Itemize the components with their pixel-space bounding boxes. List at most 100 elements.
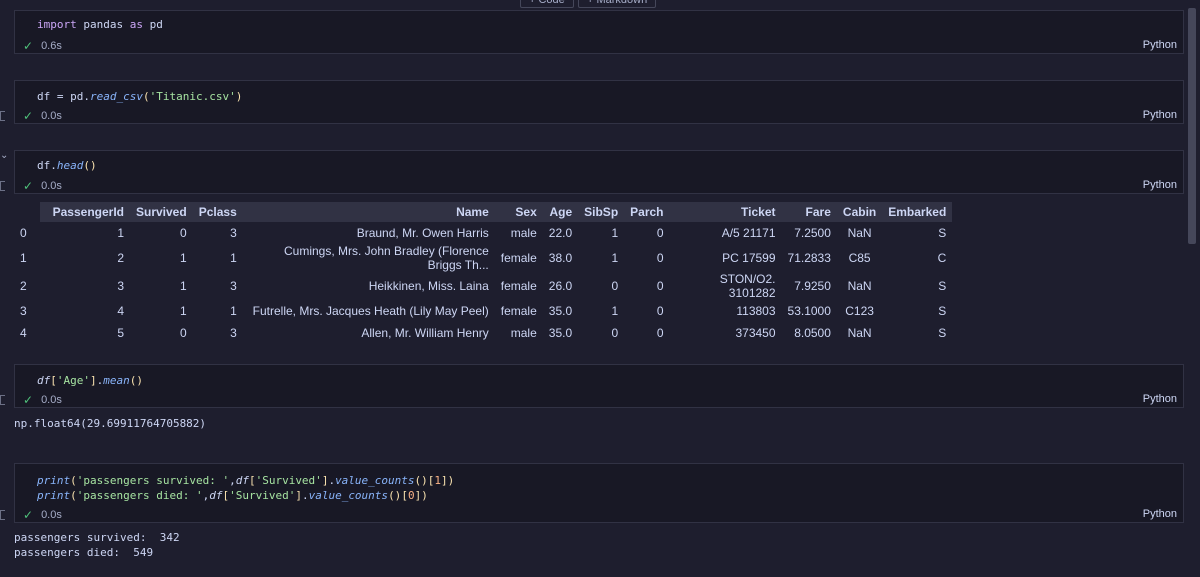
table-cell: 1: [611, 226, 619, 240]
table-cell: 22.0: [548, 226, 573, 240]
column-header: Name: [242, 202, 495, 222]
table-cell: 35.0: [548, 326, 573, 340]
table-row: 4 5 0 3 Allen, Mr. William Henry male 35…: [14, 322, 952, 344]
code-cell-3[interactable]: df.head() ✓ 0.0s Python: [14, 150, 1184, 194]
table-cell: 38.0: [548, 251, 573, 265]
table-cell: 1: [180, 251, 187, 265]
table-cell: 0: [611, 279, 619, 293]
table-cell: 0: [180, 326, 187, 340]
table-cell: 1: [230, 251, 237, 265]
code-cell-1[interactable]: import pandas as pd ✓ 0.6s Python: [14, 10, 1184, 54]
column-header: Fare: [781, 202, 837, 222]
cell-2-source[interactable]: df = pd.read_csv('Titanic.csv'): [37, 89, 242, 104]
vertical-scrollbar[interactable]: [1188, 8, 1196, 244]
table-cell: C: [937, 251, 947, 265]
string-literal: 'passengers died: ': [76, 489, 203, 502]
cell-5-output-line-1: passengers survived: 342: [14, 531, 180, 544]
cell-5-source[interactable]: print('passengers survived: ',df['Surviv…: [37, 473, 454, 503]
table-cell: 0: [656, 304, 664, 318]
table-cell: 1: [230, 304, 237, 318]
cell-gutter-marker: [0, 395, 5, 405]
cell-4-output: np.float64(29.69911764705882): [14, 417, 207, 430]
table-row: 1 2 1 1 Cumings, Mrs. John Bradley (Flor…: [14, 244, 952, 272]
table-row: 2 3 1 3 Heikkinen, Miss. Laina female 26…: [14, 272, 952, 300]
kernel-language-label[interactable]: Python: [1143, 109, 1177, 121]
kernel-language-label[interactable]: Python: [1143, 508, 1177, 520]
cell-2-status: ✓ 0.0s: [23, 109, 62, 123]
number-literal: 0: [407, 489, 415, 502]
table-cell: Allen, Mr. William Henry: [361, 326, 489, 340]
cell-4-source[interactable]: df['Age'].mean(): [37, 373, 143, 388]
row-index: 4: [14, 322, 40, 344]
table-cell: 5: [117, 326, 124, 340]
column-header: Sex: [494, 202, 543, 222]
paren: (: [70, 474, 77, 487]
code-cell-5[interactable]: print('passengers survived: ',df['Surviv…: [14, 463, 1184, 523]
row-index: 2: [14, 272, 40, 300]
cell-3-source[interactable]: df.head(): [37, 158, 97, 173]
cell-gutter-marker: [0, 510, 5, 520]
column-header: SibSp: [578, 202, 625, 222]
table-cell: 7.2500: [794, 226, 831, 240]
execution-time: 0.0s: [41, 110, 62, 122]
cell-gutter-marker: [0, 181, 5, 191]
kernel-language-label[interactable]: Python: [1143, 179, 1177, 191]
table-cell: S: [938, 279, 947, 293]
paren: (): [414, 474, 428, 487]
paren: (): [388, 489, 402, 502]
kernel-language-label[interactable]: Python: [1143, 39, 1177, 51]
code-token: .: [301, 489, 309, 502]
table-cell: 1: [180, 304, 187, 318]
code-cell-4[interactable]: df['Age'].mean() ✓ 0.0s Python: [14, 364, 1184, 408]
column-header: Cabin: [836, 202, 883, 222]
table-cell: 373450: [735, 326, 776, 340]
cell-gutter-marker: [0, 111, 5, 121]
success-check-icon: ✓: [23, 39, 34, 53]
table-cell: S: [938, 226, 947, 240]
table-cell: Heikkinen, Miss. Laina: [368, 279, 489, 293]
cell-3-status: ✓ 0.0s: [23, 179, 62, 193]
code-cell-2[interactable]: df = pd.read_csv('Titanic.csv') ✓ 0.0s Py…: [14, 80, 1184, 124]
add-markdown-cell-button[interactable]: + Markdown: [578, 0, 657, 8]
bracket: [: [401, 489, 408, 502]
cell-5-status: ✓ 0.0s: [23, 508, 62, 522]
function-name: value_counts: [308, 489, 389, 502]
column-header: Ticket: [669, 202, 782, 222]
table-cell: male: [510, 326, 537, 340]
table-cell: female: [500, 304, 537, 318]
column-header: [14, 202, 40, 222]
table-cell: 3: [230, 326, 237, 340]
table-cell: 7.9250: [794, 279, 831, 293]
paren: (: [142, 90, 150, 103]
bracket: ]: [90, 374, 97, 387]
table-cell: 0: [656, 226, 664, 240]
code-token: ,: [229, 474, 236, 487]
table-cell: Cumings, Mrs. John Bradley (Florence Bri…: [284, 244, 489, 272]
table-cell: 3: [230, 279, 237, 293]
paren: ): [421, 489, 428, 502]
keyword: import: [37, 18, 77, 31]
table-cell: C123: [845, 304, 874, 318]
paren: (): [129, 374, 143, 387]
column-header: PassengerId: [40, 202, 130, 222]
function-name: value_counts: [335, 474, 415, 487]
row-index: 0: [14, 222, 40, 244]
add-code-cell-button[interactable]: + Code: [520, 0, 574, 8]
paren: (: [70, 489, 77, 502]
table-cell: S: [938, 304, 947, 318]
collapse-chevron-icon[interactable]: ⌄: [0, 150, 8, 161]
table-cell: 1: [611, 304, 619, 318]
table-cell: 3: [117, 279, 124, 293]
success-check-icon: ✓: [23, 179, 34, 193]
cell-1-source[interactable]: import pandas as pd: [37, 17, 163, 32]
code-token: df.: [37, 159, 57, 172]
column-header: Pclass: [192, 202, 243, 222]
table-cell: 0: [656, 326, 664, 340]
table-cell: 0: [611, 326, 619, 340]
kernel-language-label[interactable]: Python: [1143, 393, 1177, 405]
column-header: Embarked: [882, 202, 953, 222]
column-header: Age: [542, 202, 579, 222]
code-token: pd: [142, 18, 163, 31]
table-cell: A/5 21171: [721, 226, 776, 240]
bracket: [: [50, 374, 57, 387]
